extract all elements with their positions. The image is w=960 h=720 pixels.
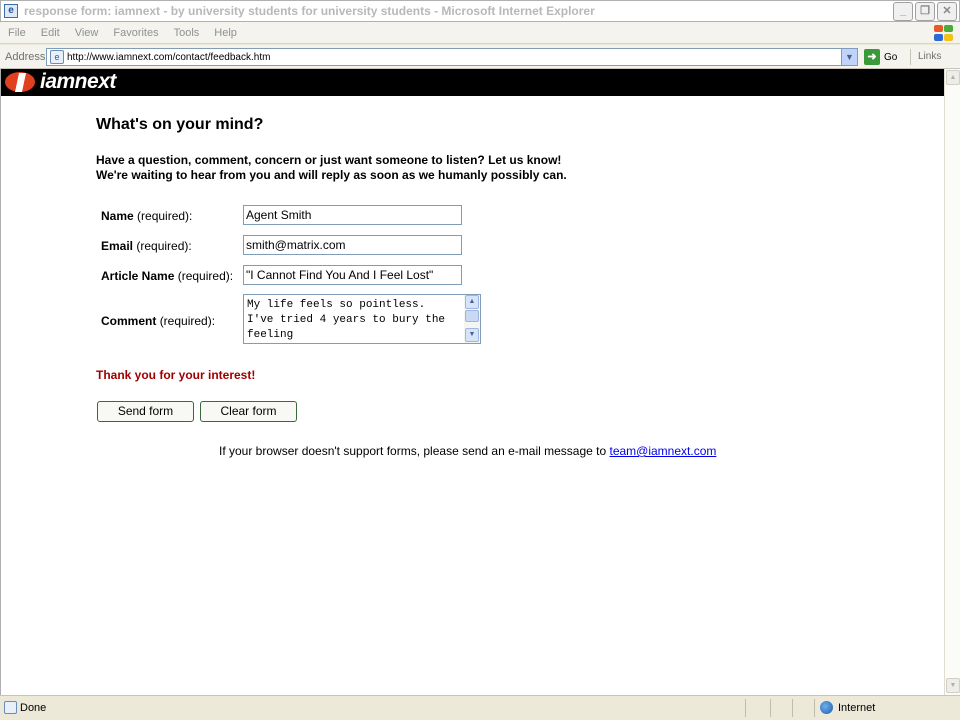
address-label: Address (5, 51, 46, 63)
go-button[interactable]: ➜ Go (864, 49, 897, 65)
footer-note: If your browser doesn't support forms, p… (219, 444, 716, 458)
email-link[interactable]: team@iamnext.com (609, 444, 716, 458)
security-zone: Internet (838, 702, 876, 714)
go-arrow-icon: ➜ (864, 49, 880, 65)
site-header: iamnext (1, 69, 944, 96)
done-page-icon (4, 701, 17, 714)
comment-scrollbar[interactable]: ▲ ▼ (464, 295, 480, 343)
close-button[interactable]: ✕ (937, 2, 957, 21)
intro-line-1: Have a question, comment, concern or jus… (96, 153, 562, 167)
comment-label: Comment (required): (101, 314, 216, 328)
intro-line-2: We're waiting to hear from you and will … (96, 168, 567, 182)
window-title: response form: iamnext - by university s… (24, 4, 595, 18)
title-bar: e response form: iamnext - by university… (0, 0, 960, 22)
menu-bar: File Edit View Favorites Tools Help (0, 22, 960, 44)
comment-text[interactable]: My life feels so pointless. I've tried 4… (247, 298, 462, 343)
status-divider (792, 699, 793, 717)
iamnext-logo[interactable]: iamnext (5, 70, 116, 94)
minimize-button[interactable]: _ (893, 2, 913, 21)
thank-you-message: Thank you for your interest! (96, 368, 256, 382)
menu-help[interactable]: Help (214, 27, 237, 39)
page-viewport: iamnext What's on your mind? Have a ques… (0, 69, 944, 695)
address-input[interactable]: e http://www.iamnext.com/contact/feedbac… (46, 48, 858, 66)
name-label: Name (required): (101, 209, 193, 223)
menu-edit[interactable]: Edit (41, 27, 60, 39)
page-icon: e (50, 50, 64, 64)
window-controls: _ ❐ ✕ (893, 2, 957, 21)
menu-view[interactable]: View (75, 27, 99, 39)
clear-form-button[interactable]: Clear form (200, 401, 297, 422)
page-scroll-up-icon[interactable]: ▲ (946, 70, 960, 85)
logo-mark-icon (5, 70, 39, 94)
scroll-down-icon[interactable]: ▼ (465, 328, 479, 342)
page-title: What's on your mind? (96, 116, 264, 133)
status-divider (814, 699, 815, 717)
article-name-field[interactable]: "I Cannot Find You And I Feel Lost" (243, 265, 462, 285)
scroll-up-icon[interactable]: ▲ (465, 295, 479, 309)
email-label: Email (required): (101, 239, 192, 253)
internet-globe-icon (820, 701, 833, 714)
intro-text: Have a question, comment, concern or jus… (96, 153, 567, 183)
footer-note-text: If your browser doesn't support forms, p… (219, 444, 610, 458)
page-scrollbar[interactable]: ▲ ▼ (944, 69, 960, 695)
status-divider (745, 699, 746, 717)
email-field[interactable]: smith@matrix.com (243, 235, 462, 255)
menu-tools[interactable]: Tools (174, 27, 200, 39)
windows-logo-icon (932, 24, 954, 42)
links-button[interactable]: Links (918, 51, 941, 62)
menu-favorites[interactable]: Favorites (113, 27, 158, 39)
name-field[interactable]: Agent Smith (243, 205, 462, 225)
address-dropdown-icon[interactable]: ▼ (841, 49, 857, 65)
address-bar: Address e http://www.iamnext.com/contact… (0, 45, 960, 69)
logo-text: iamnext (40, 70, 116, 93)
page-scroll-down-icon[interactable]: ▼ (946, 678, 960, 693)
comment-textarea[interactable]: My life feels so pointless. I've tried 4… (243, 294, 481, 344)
menu-file[interactable]: File (8, 27, 26, 39)
article-name-label: Article Name (required): (101, 269, 234, 283)
scroll-thumb[interactable] (465, 310, 479, 322)
address-url[interactable]: http://www.iamnext.com/contact/feedback.… (67, 52, 270, 63)
status-divider (770, 699, 771, 717)
go-label: Go (884, 51, 898, 63)
send-form-button[interactable]: Send form (97, 401, 194, 422)
toolbar-divider (910, 49, 911, 65)
maximize-button[interactable]: ❐ (915, 2, 935, 21)
status-bar: Done Internet (0, 695, 960, 720)
ie-page-icon: e (4, 4, 18, 18)
status-text: Done (20, 702, 47, 714)
